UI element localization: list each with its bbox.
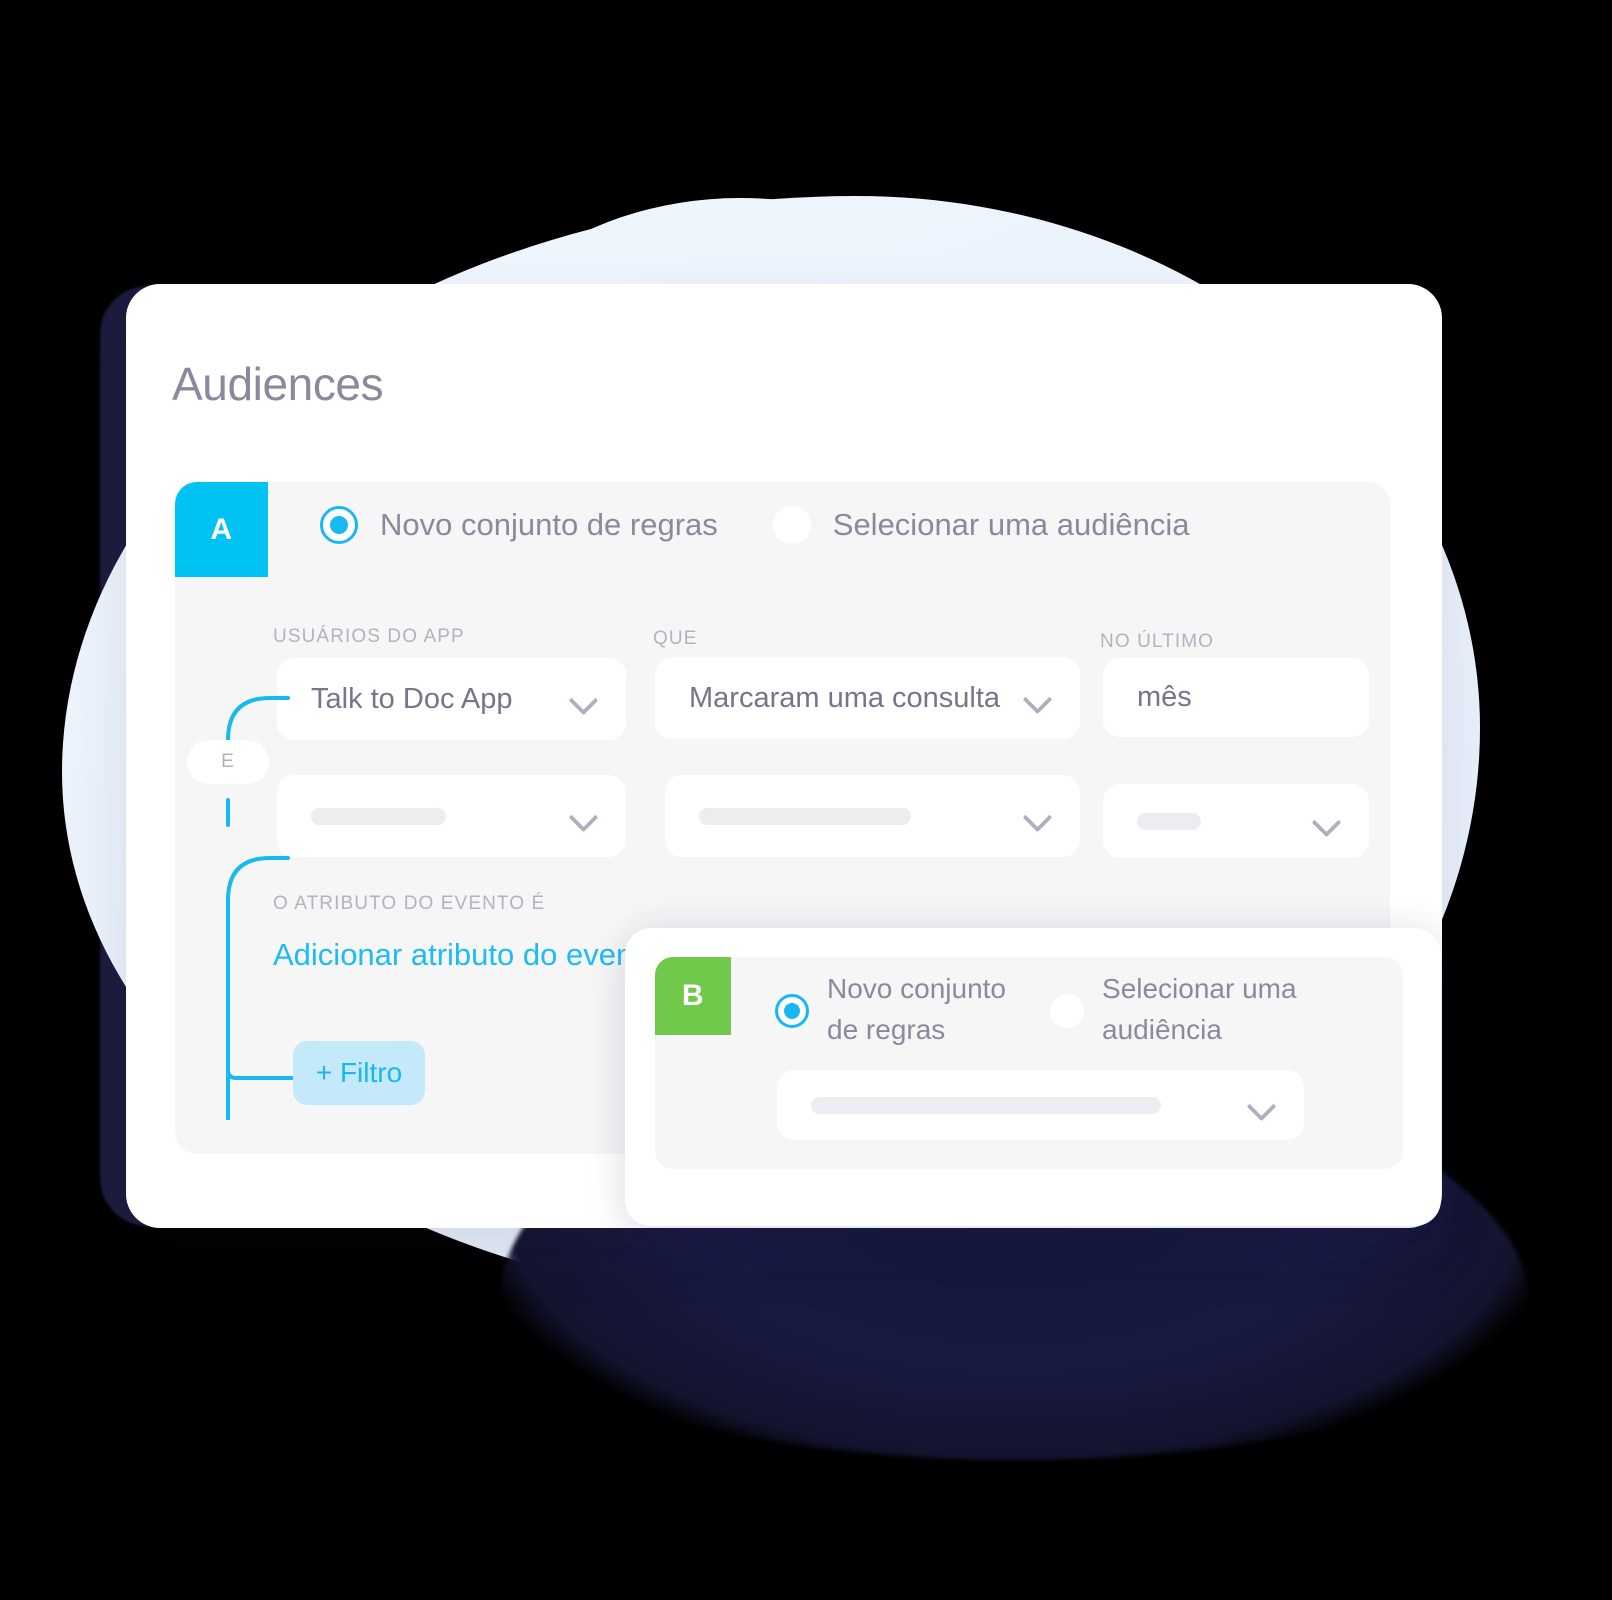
- radio-unselected-icon[interactable]: [1050, 994, 1085, 1028]
- page-title: Audiences: [172, 358, 384, 410]
- chevron-down-icon[interactable]: [570, 807, 600, 825]
- radio-selected-icon[interactable]: [775, 994, 809, 1028]
- group-b-mode-radio-group: Novo conjunto de regras Selecionar uma a…: [775, 968, 1297, 1050]
- select-que-value: Marcaram uma consulta: [689, 681, 1001, 714]
- screenshot-canvas: Audiences A Novo conjunto de regras Sele…: [0, 0, 1612, 1600]
- group-a-radio-new-ruleset[interactable]: Novo conjunto de regras: [320, 506, 718, 544]
- select-usuarios-do-app-secondary[interactable]: [277, 775, 626, 857]
- group-b-radio-new-ruleset-label: Novo conjunto de regras: [827, 973, 1007, 1045]
- chevron-down-icon[interactable]: [1248, 1096, 1278, 1114]
- select-que-secondary[interactable]: [665, 775, 1080, 857]
- chevron-down-icon[interactable]: [1024, 689, 1054, 707]
- group-a-radio-new-ruleset-label: Novo conjunto de regras: [380, 507, 718, 542]
- placeholder-bar: [311, 807, 446, 825]
- label-usuarios-do-app: USUÁRIOS DO APP: [273, 626, 465, 647]
- radio-unselected-icon[interactable]: [772, 506, 811, 544]
- group-b-radio-select-audience[interactable]: Selecionar uma audiência: [1050, 968, 1297, 1050]
- chevron-down-icon[interactable]: [1313, 812, 1343, 830]
- group-b-radio-select-audience-label: Selecionar uma audiência: [1102, 973, 1297, 1045]
- group-b-radio-new-ruleset[interactable]: Novo conjunto de regras: [775, 968, 1006, 1050]
- group-a-radio-select-audience[interactable]: Selecionar uma audiência: [772, 506, 1190, 544]
- placeholder-bar: [811, 1096, 1161, 1114]
- group-b-audience-select[interactable]: [777, 1070, 1304, 1140]
- connector-and-badge: E: [187, 740, 269, 784]
- group-a-mode-radio-group: Novo conjunto de regras Selecionar uma a…: [320, 506, 1190, 544]
- add-event-attribute-link[interactable]: Adicionar atributo do evento: [273, 937, 659, 973]
- chevron-down-icon[interactable]: [570, 690, 600, 708]
- select-no-ultimo-secondary[interactable]: [1103, 784, 1369, 858]
- group-a-badge: A: [175, 482, 268, 577]
- select-usuarios-do-app[interactable]: Talk to Doc App: [277, 658, 626, 740]
- radio-selected-icon[interactable]: [320, 506, 358, 544]
- placeholder-bar: [1137, 812, 1201, 830]
- chevron-down-icon[interactable]: [1024, 807, 1054, 825]
- label-no-ultimo: NO ÚLTIMO: [1100, 631, 1215, 652]
- input-no-ultimo[interactable]: mês: [1103, 658, 1369, 737]
- label-que: QUE: [653, 628, 698, 649]
- add-filter-button[interactable]: + Filtro: [293, 1041, 425, 1105]
- select-usuarios-do-app-value: Talk to Doc App: [311, 682, 513, 715]
- group-a-radio-select-audience-label: Selecionar uma audiência: [832, 507, 1190, 542]
- placeholder-bar: [699, 807, 911, 825]
- group-b-badge: B: [655, 957, 731, 1035]
- label-atributo-do-evento: O ATRIBUTO DO EVENTO É: [273, 893, 546, 914]
- input-no-ultimo-value: mês: [1137, 681, 1192, 713]
- select-que[interactable]: Marcaram uma consulta: [655, 657, 1080, 739]
